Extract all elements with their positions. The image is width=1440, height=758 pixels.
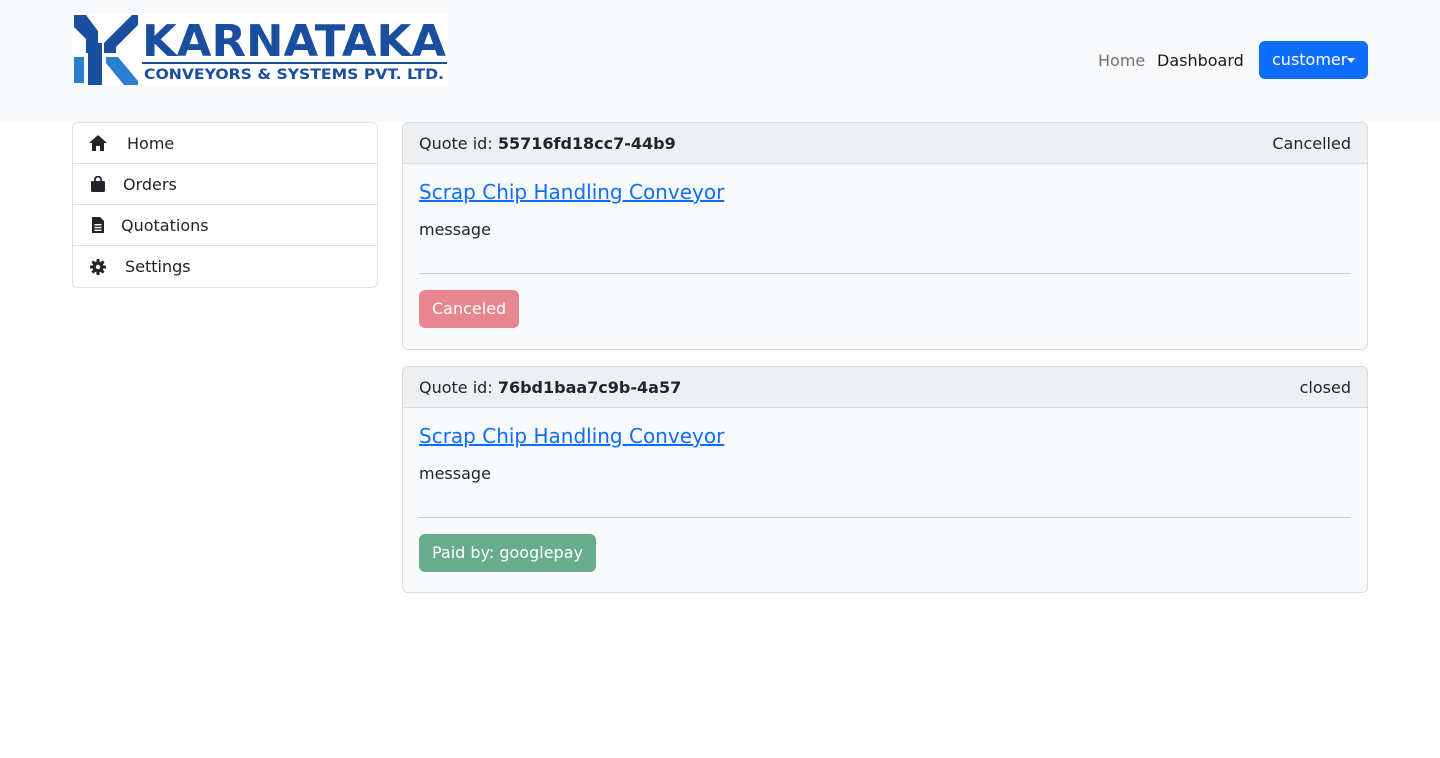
divider: [419, 517, 1351, 518]
sidebar-menu: Home Orders Quotations Settings: [72, 122, 378, 288]
quote-card-body: Scrap Chip Handling Conveyor message Can…: [403, 164, 1367, 344]
sidebar-item-label: Orders: [123, 174, 177, 194]
sidebar-item-home[interactable]: Home: [73, 123, 377, 164]
sidebar-item-label: Settings: [125, 257, 191, 276]
sidebar-item-orders[interactable]: Orders: [73, 164, 377, 205]
sidebar-item-quotations[interactable]: Quotations: [73, 205, 377, 246]
quote-id-value: 55716fd18cc7-44b9: [497, 133, 676, 153]
quote-status: closed: [1299, 377, 1351, 397]
quote-id: Quote id: 76bd1baa7c9b-4a57: [419, 378, 681, 397]
quote-message: message: [419, 220, 491, 239]
sidebar-item-label: Quotations: [121, 215, 209, 235]
quote-id-label: Quote id:: [419, 133, 498, 153]
gear-icon: [89, 258, 107, 276]
payment-status-button[interactable]: Paid by: googlepay: [419, 534, 596, 572]
quote-card-body: Scrap Chip Handling Conveyor message Pai…: [403, 408, 1367, 588]
logo-sub-text: CONVEYORS & SYSTEMS PVT. LTD.: [144, 67, 444, 83]
home-icon: [89, 134, 107, 152]
nav-home-link[interactable]: Home: [1098, 50, 1145, 72]
document-icon: [89, 216, 107, 234]
quote-card-header: Quote id: 55716fd18cc7-44b9 Cancelled: [403, 123, 1367, 164]
divider: [419, 273, 1351, 274]
canceled-button[interactable]: Canceled: [419, 290, 520, 328]
quote-product-link[interactable]: Scrap Chip Handling Conveyor: [419, 180, 724, 204]
quote-status: Cancelled: [1272, 133, 1351, 153]
quote-card: Quote id: 55716fd18cc7-44b9 Cancelled Sc…: [402, 122, 1368, 350]
nav-dashboard-link[interactable]: Dashboard: [1157, 50, 1244, 72]
sidebar-item-settings[interactable]: Settings: [73, 246, 377, 287]
quote-card: Quote id: 76bd1baa7c9b-4a57 closed Scrap…: [402, 366, 1368, 593]
quote-message: message: [419, 464, 491, 483]
quote-id-label: Quote id:: [419, 377, 498, 397]
quote-product-link[interactable]: Scrap Chip Handling Conveyor: [419, 424, 724, 448]
navbar: KARNATAKA CONVEYORS & SYSTEMS PVT. LTD. …: [0, 0, 1440, 122]
user-dropdown-button[interactable]: customer: [1259, 41, 1368, 79]
quote-id: Quote id: 55716fd18cc7-44b9: [419, 134, 676, 153]
shopping-bag-icon: [89, 175, 107, 193]
company-logo[interactable]: KARNATAKA CONVEYORS & SYSTEMS PVT. LTD.: [72, 13, 448, 85]
logo-main-text: KARNATAKA: [142, 16, 446, 67]
user-dropdown-label: customer: [1272, 50, 1348, 69]
chevron-down-icon: [1347, 58, 1355, 63]
quote-id-value: 76bd1baa7c9b-4a57: [497, 377, 682, 397]
sidebar-item-label: Home: [127, 133, 175, 153]
quote-card-header: Quote id: 76bd1baa7c9b-4a57 closed: [403, 367, 1367, 408]
